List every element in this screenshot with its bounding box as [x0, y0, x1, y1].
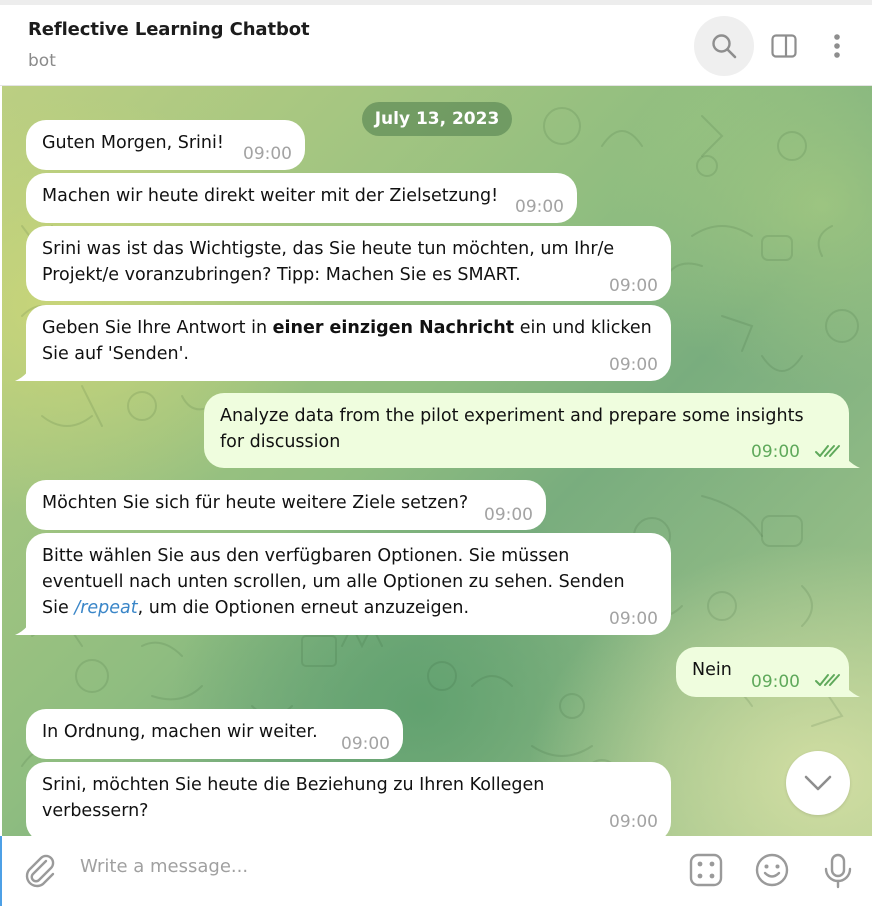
message-composer: Write a message...	[0, 836, 872, 906]
bot-command-link[interactable]: /repeat	[74, 598, 137, 618]
message-bubble-incoming[interactable]: In Ordnung, machen wir weiter. 09:00	[26, 709, 403, 759]
message-input[interactable]: Write a message...	[80, 856, 248, 877]
message-bubble-incoming[interactable]: Srini was ist das Wichtigste, das Sie he…	[26, 226, 671, 301]
date-separator: July 13, 2023	[362, 102, 512, 136]
message-bubble-incoming[interactable]: Geben Sie Ihre Antwort in einer einzigen…	[26, 305, 671, 381]
message-time: 09:00	[751, 442, 800, 462]
message-bubble-incoming[interactable]: Srini, möchten Sie heute die Beziehung z…	[26, 762, 671, 836]
message-time: 09:00	[609, 276, 658, 296]
message-text: Analyze data from the pilot experiment a…	[220, 406, 804, 452]
chat-header: Reflective Learning Chatbot bot	[0, 5, 872, 86]
chevron-down-icon	[804, 775, 832, 791]
message-time: 09:00	[243, 144, 292, 164]
microphone-icon[interactable]	[820, 852, 856, 890]
message-bubble-incoming[interactable]: Möchten Sie sich für heute weitere Ziele…	[26, 480, 546, 530]
message-time: 09:00	[609, 355, 658, 375]
emoji-icon[interactable]	[754, 852, 790, 888]
message-time: 09:00	[751, 672, 800, 692]
search-button[interactable]	[694, 16, 754, 76]
message-bubble-incoming[interactable]: Machen wir heute direkt weiter mit der Z…	[26, 173, 577, 223]
bot-commands-icon[interactable]	[688, 852, 724, 888]
message-text: Bitte wählen Sie aus den verfügbaren Opt…	[42, 546, 625, 618]
read-receipt-icon	[815, 674, 840, 686]
scroll-to-bottom-button[interactable]	[786, 751, 850, 815]
sidebar-toggle-button[interactable]	[754, 16, 814, 76]
message-text: Möchten Sie sich für heute weitere Ziele…	[42, 493, 469, 513]
message-time: 09:00	[515, 197, 564, 217]
message-text: Srini was ist das Wichtigste, das Sie he…	[42, 239, 615, 285]
message-time: 09:00	[609, 812, 658, 832]
more-options-button[interactable]	[807, 16, 867, 76]
message-text: Nein	[692, 660, 732, 680]
message-time: 09:00	[484, 505, 533, 525]
message-text: Machen wir heute direkt weiter mit der Z…	[42, 186, 499, 206]
message-bubble-outgoing[interactable]: Nein 09:00	[676, 647, 849, 697]
chat-title[interactable]: Reflective Learning Chatbot	[28, 19, 310, 40]
message-bubble-outgoing[interactable]: Analyze data from the pilot experiment a…	[204, 393, 849, 468]
message-text: Guten Morgen, Srini!	[42, 133, 224, 153]
search-icon	[712, 34, 737, 59]
message-bubble-incoming[interactable]: Guten Morgen, Srini! 09:00	[26, 120, 305, 170]
sidebar-toggle-icon	[771, 34, 797, 58]
message-text: In Ordnung, machen wir weiter.	[42, 722, 318, 742]
read-receipt-icon	[815, 445, 840, 457]
message-list[interactable]: July 13, 2023 Guten Morgen, Srini! 09:00…	[2, 86, 872, 836]
message-time: 09:00	[341, 734, 390, 754]
paperclip-icon[interactable]	[22, 852, 58, 888]
message-bubble-incoming[interactable]: Bitte wählen Sie aus den verfügbaren Opt…	[26, 533, 671, 635]
message-text: Geben Sie Ihre Antwort in einer einzigen…	[42, 318, 652, 364]
message-time: 09:00	[609, 609, 658, 629]
message-text: Srini, möchten Sie heute die Beziehung z…	[42, 775, 545, 821]
chat-subtitle: bot	[28, 51, 56, 71]
more-vertical-icon	[834, 34, 840, 58]
